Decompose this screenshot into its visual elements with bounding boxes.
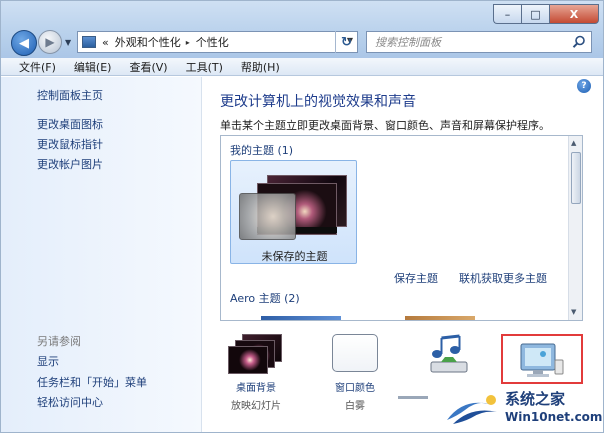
watermark-url: Win10net.com — [505, 410, 603, 424]
menu-view[interactable]: 查看(V) — [129, 59, 167, 75]
aero-themes-group-header: Aero 主题 (2) — [230, 292, 300, 305]
menu-file[interactable]: 文件(F) — [19, 59, 56, 75]
watermark-house-icon — [447, 395, 497, 424]
save-theme-link[interactable]: 保存主题 — [394, 270, 438, 286]
aero-theme-thumbnail[interactable] — [261, 316, 341, 320]
desktop-background-value: 放映幻灯片 — [231, 401, 281, 412]
sidebar-link-mouse-pointers[interactable]: 更改鼠标指针 — [37, 136, 103, 152]
sidebar-link-ease-of-access[interactable]: 轻松访问中心 — [37, 394, 103, 410]
screen-saver-icon — [520, 343, 564, 377]
minimize-button[interactable]: – — [493, 4, 521, 24]
search-placeholder: 搜索控制面板 — [375, 36, 441, 49]
refresh-icon: ↻ — [341, 34, 352, 50]
desktop-background-setting[interactable]: 桌面背景 放映幻灯片 — [211, 334, 301, 432]
page-title: 更改计算机上的视觉效果和声音 — [220, 94, 416, 110]
menu-bar: 文件(F) 编辑(E) 查看(V) 工具(T) 帮助(H) — [1, 58, 603, 76]
refresh-button[interactable]: ↻ — [335, 31, 357, 53]
address-bar[interactable]: « 外观和个性化 ▸ 个性化 ▼ — [77, 31, 358, 53]
maximize-button[interactable]: □ — [521, 4, 549, 24]
my-themes-group-header: 我的主题 (1) — [230, 144, 294, 157]
window-color-label[interactable]: 窗口颜色 — [310, 379, 400, 394]
screen-saver-setting-highlight[interactable] — [501, 334, 583, 384]
left-task-pane: 控制面板主页 更改桌面图标 更改鼠标指针 更改帐户图片 另请参阅 显示 任务栏和… — [1, 77, 202, 432]
window-color-value: 白雾 — [345, 401, 365, 412]
watermark-text: 系统之家 — [505, 390, 566, 408]
control-panel-window: – □ X ◀ ▶ ▼ « 外观和个性化 ▸ 个性化 ▼ ↻ 搜索控制面板 文件… — [0, 0, 604, 433]
arrow-left-icon: ◀ — [19, 35, 29, 51]
desktop-background-label[interactable]: 桌面背景 — [211, 379, 301, 394]
menu-edit[interactable]: 编辑(E) — [74, 59, 112, 75]
sidebar-link-display[interactable]: 显示 — [37, 353, 59, 369]
back-button[interactable]: ◀ — [11, 30, 37, 56]
close-button[interactable]: X — [549, 4, 599, 24]
page-description: 单击某个主题立即更改桌面背景、窗口颜色、声音和屏幕保护程序。 — [220, 119, 550, 132]
scroll-up-icon[interactable]: ▲ — [571, 139, 576, 147]
breadcrumb-separator-icon[interactable]: ▸ — [186, 38, 190, 47]
address-overflow-chevron[interactable]: « — [102, 36, 109, 49]
window-caption-buttons: – □ X — [493, 4, 599, 24]
window-color-setting[interactable]: 窗口颜色 白雾 — [310, 334, 400, 432]
aero-theme-thumbnail[interactable] — [405, 316, 475, 320]
title-bar: – □ X ◀ ▶ ▼ « 外观和个性化 ▸ 个性化 ▼ ↻ 搜索控制面板 — [1, 1, 603, 61]
theme-name-label: 未保存的主题 — [261, 250, 328, 263]
see-also-heading: 另请参阅 — [37, 335, 81, 348]
theme-window-preview — [239, 193, 296, 240]
get-more-themes-link[interactable]: 联机获取更多主题 — [459, 270, 547, 286]
sidebar-link-desktop-icons[interactable]: 更改桌面图标 — [37, 116, 103, 132]
sidebar-link-taskbar-start-menu[interactable]: 任务栏和「开始」菜单 — [37, 374, 147, 390]
breadcrumb-personalization[interactable]: 个性化 — [196, 34, 229, 50]
scroll-down-icon[interactable]: ▼ — [571, 308, 576, 316]
sounds-icon — [430, 334, 468, 373]
window-color-icon — [332, 334, 378, 372]
sidebar-link-control-panel-home[interactable]: 控制面板主页 — [37, 87, 103, 103]
sounds-label-fragment — [398, 396, 428, 399]
scroll-thumb[interactable] — [571, 152, 581, 204]
menu-help[interactable]: 帮助(H) — [241, 59, 280, 75]
watermark-logo: 系统之家 Win10net.com — [443, 386, 603, 432]
arrow-right-icon: ▶ — [45, 35, 55, 49]
recent-pages-dropdown[interactable]: ▼ — [65, 38, 71, 47]
theme-unsaved[interactable]: 未保存的主题 — [230, 160, 357, 264]
menu-tools[interactable]: 工具(T) — [186, 59, 223, 75]
search-input[interactable]: 搜索控制面板 — [366, 31, 592, 53]
breadcrumb-appearance[interactable]: 外观和个性化 — [115, 34, 181, 50]
control-panel-icon — [82, 36, 96, 48]
theme-list-scrollbar[interactable]: ▲ ▼ — [568, 136, 582, 320]
help-icon[interactable]: ? — [577, 79, 591, 93]
theme-list: 我的主题 (1) 未保存的主题 保存主题 联机获取更多主题 Aero 主题 (2… — [220, 135, 583, 321]
forward-button[interactable]: ▶ — [38, 30, 62, 54]
search-icon[interactable] — [571, 34, 587, 50]
desktop-background-icon — [228, 334, 284, 374]
sidebar-link-account-picture[interactable]: 更改帐户图片 — [37, 156, 103, 172]
